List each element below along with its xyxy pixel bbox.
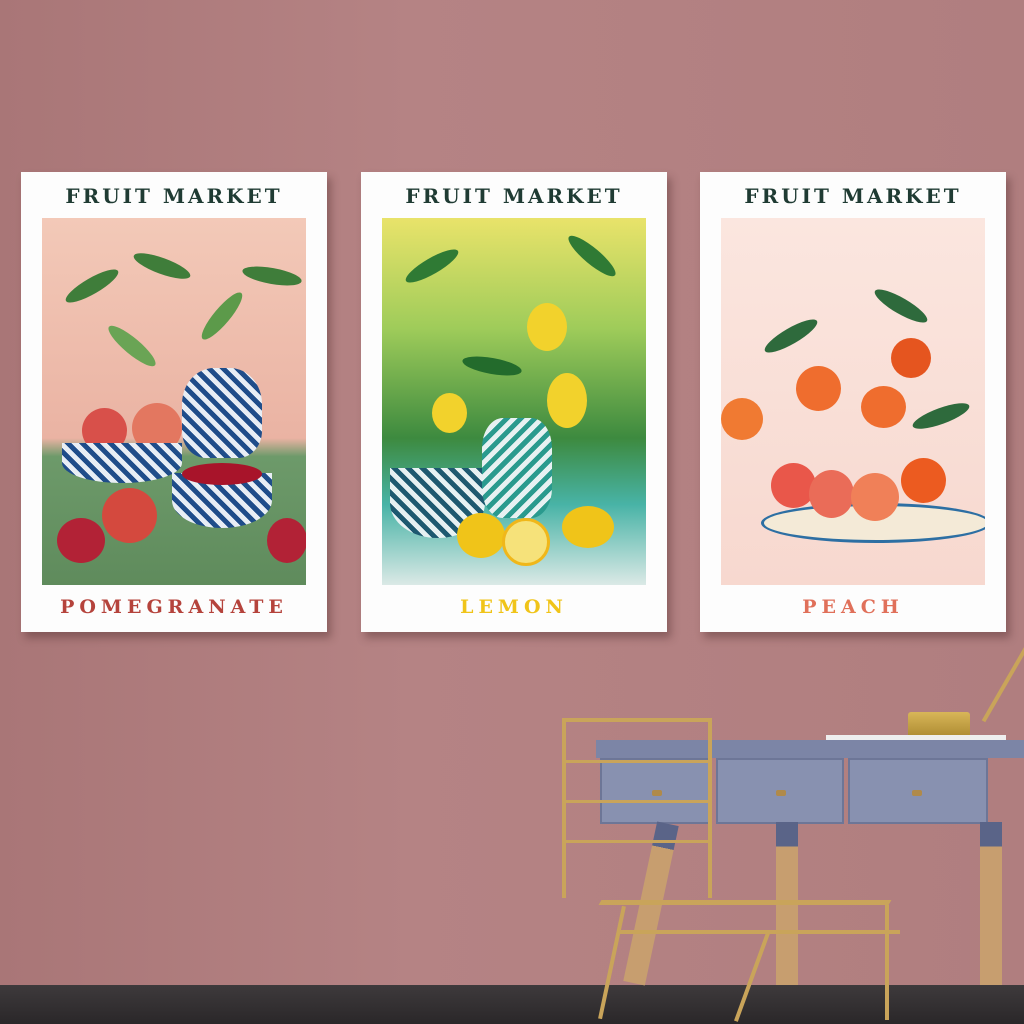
lemon-illustration	[382, 218, 646, 585]
poster-lemon: FRUIT MARKET LEMON	[361, 172, 667, 632]
poster-heading: FRUIT MARKET	[744, 184, 962, 208]
poster-fruit-name: LEMON	[460, 596, 568, 618]
floor	[0, 985, 1024, 1024]
peach-illustration	[721, 218, 985, 585]
poster-peach: FRUIT MARKET PEACH	[700, 172, 1006, 632]
poster-fruit-name: PEACH	[802, 596, 904, 618]
poster-fruit-name: POMEGRANATE	[60, 596, 288, 618]
poster-heading: FRUIT MARKET	[405, 184, 623, 208]
pomegranate-illustration	[42, 218, 306, 585]
poster-heading: FRUIT MARKET	[65, 184, 283, 208]
poster-pomegranate: FRUIT MARKET POMEGRANATE	[21, 172, 327, 632]
